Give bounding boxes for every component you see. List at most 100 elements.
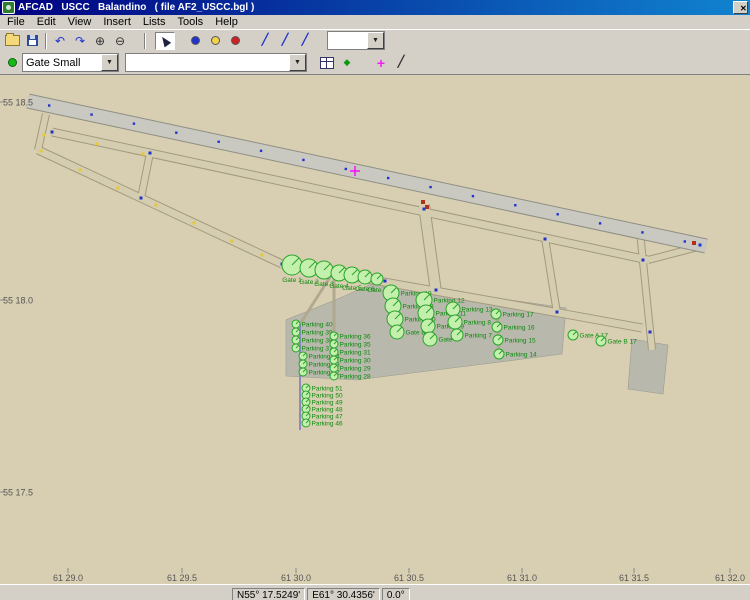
menu-lists[interactable]: Lists [137, 15, 172, 29]
runway-node[interactable] [90, 113, 93, 116]
chevron-down-icon[interactable]: ▼ [101, 54, 118, 71]
redo-button[interactable]: ↷ [70, 31, 90, 50]
path-node[interactable] [555, 310, 559, 314]
gate-type-combobox[interactable]: Gate Small ▼ [22, 53, 119, 72]
path-node[interactable] [95, 142, 99, 146]
toolbar-combobox[interactable]: ▼ [327, 31, 385, 50]
path-node[interactable] [641, 258, 645, 262]
gate-label: Parking 39 [302, 330, 333, 337]
red-mark [421, 200, 425, 204]
runway-node[interactable] [132, 122, 136, 125]
draw-line-button-2[interactable]: ╱ [275, 31, 295, 50]
path-node[interactable] [141, 152, 145, 156]
diamond-marker-button[interactable]: ◆ [337, 53, 357, 72]
chevron-down-icon[interactable]: ▼ [367, 32, 384, 49]
open-button[interactable] [2, 31, 22, 50]
path-node[interactable] [698, 243, 702, 247]
gate-label: Parking 15 [505, 338, 536, 345]
title-bar: AFCAD USCC Balandino ( file AF2_USCC.bgl… [0, 0, 750, 15]
cursor-heading: 0.0° [381, 587, 410, 600]
gate-label: Parking 48 [312, 407, 343, 414]
gate-label: Parking 31 [340, 350, 371, 357]
path-node[interactable] [154, 203, 158, 207]
runway[interactable] [26, 94, 708, 253]
line-icon: ╱ [301, 34, 309, 46]
toolbar-separator [45, 32, 47, 49]
list-view-button[interactable] [317, 53, 337, 72]
path-node[interactable] [260, 253, 264, 257]
path-node[interactable] [648, 330, 652, 334]
insert-yellow-point-button[interactable] [205, 31, 225, 50]
runway-node[interactable] [175, 131, 178, 134]
gate-label: Parking 14 [506, 352, 537, 359]
runway-node[interactable] [47, 104, 51, 107]
path-node[interactable] [42, 133, 46, 137]
lat-label: 55 18.5 [3, 98, 33, 108]
undo-button[interactable]: ↶ [50, 31, 70, 50]
gate-marker-button[interactable] [2, 53, 22, 72]
gate-label: Parking 49 [312, 400, 343, 407]
runway-node[interactable] [514, 204, 517, 207]
redo-icon: ↷ [74, 33, 86, 48]
close-button[interactable]: ✕ [733, 1, 748, 14]
gate-name-combobox[interactable]: ▼ [125, 53, 307, 72]
measure-line-button[interactable]: ╱ [391, 53, 411, 72]
menu-view[interactable]: View [62, 15, 98, 29]
undo-icon: ↶ [54, 33, 66, 48]
red-mark [692, 241, 696, 245]
gate-label: Parking 46 [312, 421, 343, 428]
gate-label: Parking 47 [312, 414, 343, 421]
runway-node[interactable] [217, 140, 220, 143]
path-node[interactable] [192, 221, 196, 225]
lon-label: 61 29.5 [167, 573, 197, 583]
line-icon: ╱ [397, 56, 405, 68]
runway-node[interactable] [641, 231, 644, 234]
gate-label: Parking 36 [340, 334, 371, 341]
cursor-longitude: E61° 30.4356' [307, 587, 380, 600]
path-node[interactable] [50, 130, 54, 134]
menu-help[interactable]: Help [209, 15, 244, 29]
draw-line-button-3[interactable]: ╱ [295, 31, 315, 50]
chevron-down-icon[interactable]: ▼ [289, 54, 306, 71]
path-node[interactable] [139, 196, 143, 200]
runway-node[interactable] [386, 176, 390, 180]
app-icon [2, 1, 15, 14]
path-node[interactable] [230, 239, 234, 243]
menu-edit[interactable]: Edit [31, 15, 62, 29]
menu-file[interactable]: File [1, 15, 31, 29]
gate-label: Parking 29 [340, 366, 371, 373]
path-node[interactable] [543, 237, 547, 241]
airport-map[interactable]: Gate 1Gate 2Gate 3Gate 4Gate 5Gate 6Gate… [0, 75, 750, 584]
runway-node[interactable] [598, 222, 602, 225]
runway-node[interactable] [471, 194, 475, 198]
status-bar: N55° 17.5249' E61° 30.4356' 0.0° [0, 584, 750, 600]
runway-node[interactable] [302, 158, 305, 162]
menu-tools[interactable]: Tools [172, 15, 210, 29]
taxiway [542, 237, 560, 314]
save-button[interactable] [22, 31, 42, 50]
path-node[interactable] [148, 151, 152, 155]
runway-node[interactable] [429, 185, 432, 189]
open-folder-icon [4, 33, 20, 46]
gate-label: Parking 30 [340, 358, 371, 365]
runway-node[interactable] [344, 167, 348, 171]
gate-label: Gate B 17 [608, 339, 638, 346]
path-node[interactable] [39, 149, 43, 153]
path-node[interactable] [78, 168, 82, 172]
path-node[interactable] [383, 279, 387, 283]
gate-label: Parking 35 [340, 342, 371, 349]
runway-node[interactable] [259, 149, 263, 153]
draw-line-button-1[interactable]: ╱ [255, 31, 275, 50]
runway-node[interactable] [683, 240, 687, 243]
zoom-out-button[interactable]: ⊖ [110, 31, 130, 50]
pointer-select-button[interactable] [155, 31, 175, 50]
runway-node[interactable] [556, 213, 559, 216]
line-icon: ╱ [261, 34, 269, 46]
path-node[interactable] [116, 186, 120, 190]
insert-blue-point-button[interactable] [185, 31, 205, 50]
insert-red-point-button[interactable] [225, 31, 245, 50]
add-point-button[interactable]: + [371, 53, 391, 72]
path-node[interactable] [434, 288, 438, 292]
menu-insert[interactable]: Insert [97, 15, 137, 29]
zoom-in-button[interactable]: ⊕ [90, 31, 110, 50]
